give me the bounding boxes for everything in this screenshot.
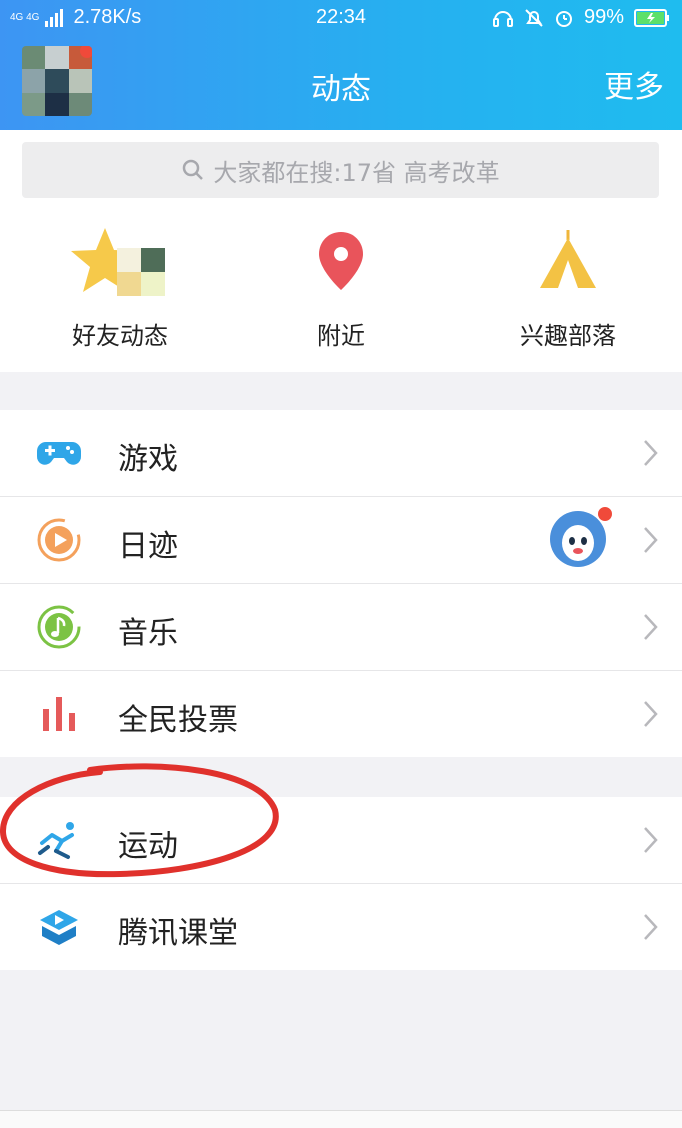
search-placeholder: 大家都在搜:17省 高考改革 xyxy=(213,158,500,187)
avatar-badge xyxy=(80,46,92,58)
bar-chart-icon xyxy=(43,697,75,731)
menu-item-label: 腾讯课堂 xyxy=(118,916,238,951)
bottom-tab-bar xyxy=(0,1110,682,1128)
headset-icon xyxy=(492,10,513,27)
gamepad-icon xyxy=(36,442,82,465)
annotation-circle xyxy=(0,763,279,878)
menu-section-1: 游戏 日迹 音乐 全民投票 xyxy=(0,410,682,757)
chevron-right-icon xyxy=(644,827,658,853)
location-pin-icon xyxy=(319,232,363,290)
menu-item-music[interactable]: 音乐 xyxy=(0,584,682,671)
chevron-right-icon xyxy=(644,914,658,940)
battery-percent: 99% xyxy=(583,6,624,28)
classroom-icon xyxy=(40,910,78,945)
status-bar: 4G 4G 2.78K/s 22:34 99% xyxy=(0,0,682,36)
chevron-right-icon xyxy=(644,701,658,727)
quick-link-label: 好友动态 xyxy=(72,322,168,350)
menu-item-label: 游戏 xyxy=(118,442,178,477)
quick-link-label: 兴趣部落 xyxy=(520,322,616,350)
menu-item-label: 音乐 xyxy=(118,616,178,651)
more-button[interactable]: 更多 xyxy=(604,62,664,106)
mascot-avatar xyxy=(550,507,612,567)
menu-item-games[interactable]: 游戏 xyxy=(0,410,682,497)
mascot-icon xyxy=(562,525,594,561)
chevron-right-icon xyxy=(644,527,658,553)
menu-item-vote[interactable]: 全民投票 xyxy=(0,671,682,757)
search-input[interactable]: 大家都在搜:17省 高考改革 xyxy=(22,142,659,198)
quick-link-nearby[interactable]: 附近 xyxy=(231,226,451,351)
quick-link-tribe[interactable]: 兴趣部落 xyxy=(458,226,678,351)
chevron-right-icon xyxy=(644,614,658,640)
menu-item-journal[interactable]: 日迹 xyxy=(0,497,682,584)
quick-link-friends[interactable]: 好友动态 xyxy=(10,226,230,351)
tent-icon xyxy=(540,230,596,288)
page-title: 动态 xyxy=(311,72,371,107)
play-circle-icon xyxy=(37,518,81,562)
menu-item-label: 全民投票 xyxy=(118,703,238,738)
menu-item-classroom[interactable]: 腾讯课堂 xyxy=(0,884,682,970)
search-icon xyxy=(183,159,204,180)
star-icon xyxy=(71,228,165,296)
mute-bell-icon xyxy=(525,8,543,27)
music-note-icon xyxy=(37,605,81,649)
quick-link-label: 附近 xyxy=(317,322,365,350)
notification-dot xyxy=(598,507,612,521)
alarm-icon xyxy=(555,10,572,27)
menu-item-label: 日迹 xyxy=(118,529,178,564)
battery-icon xyxy=(634,8,669,27)
chevron-right-icon xyxy=(644,440,658,466)
